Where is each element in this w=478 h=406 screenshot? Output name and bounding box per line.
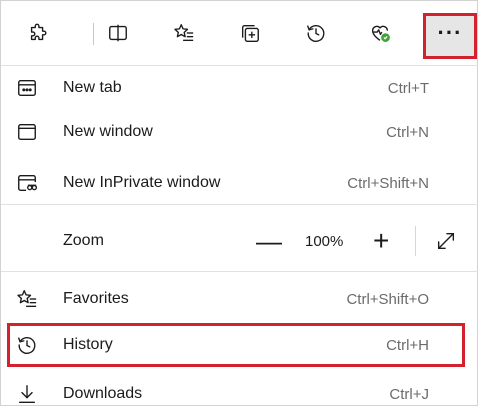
menu-item-shortcut: Ctrl+J — [389, 385, 429, 403]
menu-item-new-window[interactable]: New window Ctrl+N — [1, 113, 478, 151]
browser-essentials-icon — [371, 25, 390, 42]
new-window-icon — [16, 121, 38, 143]
history-icon — [307, 25, 325, 42]
history-button[interactable] — [299, 16, 333, 50]
menu-item-new-inprivate-window[interactable]: New InPrivate window Ctrl+Shift+N — [1, 164, 478, 202]
extensions-button[interactable] — [21, 16, 55, 50]
menu-item-label: New InPrivate window — [63, 174, 221, 191]
more-icon: ··· — [437, 20, 463, 45]
menu-item-shortcut: Ctrl+Shift+N — [347, 174, 429, 192]
menu-divider — [1, 65, 478, 66]
menu-item-label: New window — [63, 123, 153, 140]
menu-item-downloads[interactable]: Downloads Ctrl+J — [1, 375, 478, 406]
browser-essentials-button[interactable] — [363, 16, 397, 50]
browser-menu-window: ··· New tab Ctrl+T New window Ctrl+N New… — [0, 0, 478, 406]
favorites-icon — [174, 24, 194, 42]
menu-item-zoom: Zoom — 100% + — [1, 222, 478, 260]
menu-item-label: New tab — [63, 79, 122, 96]
favorites-button[interactable] — [167, 16, 201, 50]
inprivate-icon — [16, 172, 38, 194]
split-screen-icon — [109, 24, 127, 42]
extensions-icon — [30, 23, 47, 41]
zoom-level: 100% — [305, 232, 344, 250]
menu-divider — [1, 204, 478, 205]
split-screen-button[interactable] — [101, 16, 135, 50]
favorites-icon — [16, 288, 38, 310]
settings-and-more-button[interactable]: ··· — [423, 13, 477, 59]
menu-divider — [1, 271, 478, 272]
new-tab-icon — [16, 77, 38, 99]
zoom-in-button[interactable]: + — [373, 222, 389, 260]
menu-item-favorites[interactable]: Favorites Ctrl+Shift+O — [1, 280, 478, 318]
zoom-out-button[interactable]: — — [256, 222, 282, 260]
full-screen-button[interactable] — [435, 230, 457, 252]
menu-item-label: Downloads — [63, 385, 143, 402]
download-icon — [16, 383, 38, 405]
toolbar-separator — [93, 23, 94, 45]
menu-item-new-tab[interactable]: New tab Ctrl+T — [1, 69, 478, 107]
menu-item-shortcut: Ctrl+N — [386, 123, 429, 141]
collections-icon — [241, 24, 259, 42]
browser-toolbar: ··· — [1, 1, 478, 63]
zoom-separator — [415, 226, 416, 256]
collections-button[interactable] — [233, 16, 267, 50]
history-highlight-box — [7, 323, 465, 367]
menu-item-shortcut: Ctrl+T — [387, 79, 429, 97]
zoom-label: Zoom — [63, 232, 104, 249]
menu-item-shortcut: Ctrl+Shift+O — [346, 290, 429, 308]
menu-item-label: Favorites — [63, 290, 129, 307]
full-screen-icon — [437, 232, 455, 250]
